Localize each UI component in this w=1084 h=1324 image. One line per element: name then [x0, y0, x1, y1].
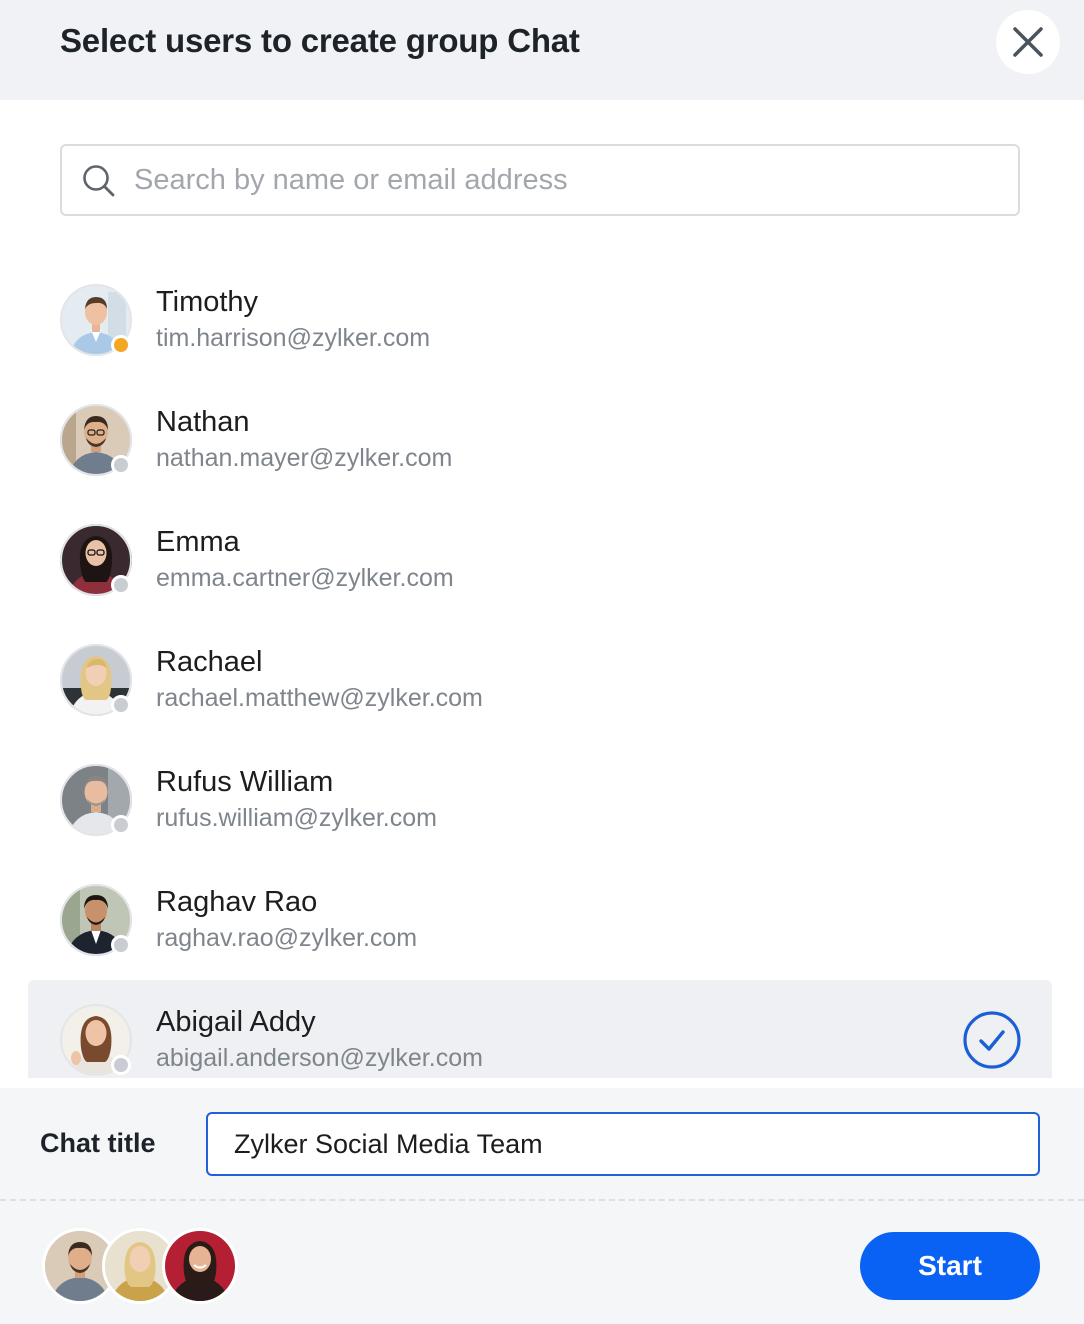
avatar — [60, 284, 132, 356]
user-name: Abigail Addy — [156, 1006, 316, 1038]
status-indicator — [111, 815, 131, 835]
user-name: Raghav Rao — [156, 886, 318, 918]
dialog-header: Select users to create group Chat — [0, 0, 1084, 100]
chat-title-input[interactable] — [206, 1112, 1040, 1176]
user-name: Rachael — [156, 646, 263, 678]
search-box — [60, 144, 1020, 216]
avatar — [60, 1004, 132, 1076]
list-item[interactable]: Raghav Rao raghav.rao@zylker.com — [28, 860, 1052, 980]
status-indicator — [111, 455, 131, 475]
user-name: Nathan — [156, 406, 250, 438]
avatar — [60, 884, 132, 956]
status-indicator — [111, 1055, 131, 1075]
avatar — [60, 644, 132, 716]
selected-members — [42, 1228, 242, 1304]
list-item[interactable]: Abigail Addy abigail.anderson@zylker.com — [28, 980, 1052, 1078]
status-indicator — [111, 935, 131, 955]
avatar — [60, 764, 132, 836]
close-button[interactable] — [996, 10, 1060, 74]
close-icon — [1013, 27, 1043, 57]
dialog-title: Select users to create group Chat — [60, 22, 580, 59]
avatar — [60, 404, 132, 476]
user-list: Timothy tim.harrison@zylker.com Nathan n… — [0, 260, 1084, 1078]
user-email: nathan.mayer@zylker.com — [156, 444, 453, 472]
user-email: rachael.matthew@zylker.com — [156, 684, 483, 712]
member-photo — [165, 1231, 235, 1301]
user-email: rufus.william@zylker.com — [156, 804, 437, 832]
avatar — [60, 524, 132, 596]
avatar — [162, 1228, 238, 1304]
user-email: tim.harrison@zylker.com — [156, 324, 431, 352]
start-button[interactable]: Start — [860, 1232, 1040, 1300]
status-indicator — [111, 695, 131, 715]
user-email: abigail.anderson@zylker.com — [156, 1044, 483, 1072]
list-item[interactable]: Nathan nathan.mayer@zylker.com — [28, 380, 1052, 500]
user-name: Emma — [156, 526, 240, 558]
divider — [0, 1199, 1084, 1201]
user-name: Timothy — [156, 286, 259, 318]
status-indicator — [111, 335, 131, 355]
chat-title-label: Chat title — [40, 1128, 156, 1158]
list-item[interactable]: Emma emma.cartner@zylker.com — [28, 500, 1052, 620]
search-icon — [83, 165, 115, 197]
dialog-footer: Chat title Zylker Social Media Team Star… — [0, 1088, 1084, 1324]
list-item[interactable]: Rufus William rufus.william@zylker.com — [28, 740, 1052, 860]
check-circle-icon[interactable] — [962, 1010, 1022, 1070]
list-item[interactable]: Timothy tim.harrison@zylker.com — [28, 260, 1052, 380]
search-input[interactable] — [134, 146, 994, 214]
user-email: raghav.rao@zylker.com — [156, 924, 418, 952]
status-indicator — [111, 575, 131, 595]
user-name: Rufus William — [156, 766, 334, 798]
user-email: emma.cartner@zylker.com — [156, 564, 454, 592]
list-item[interactable]: Rachael rachael.matthew@zylker.com — [28, 620, 1052, 740]
